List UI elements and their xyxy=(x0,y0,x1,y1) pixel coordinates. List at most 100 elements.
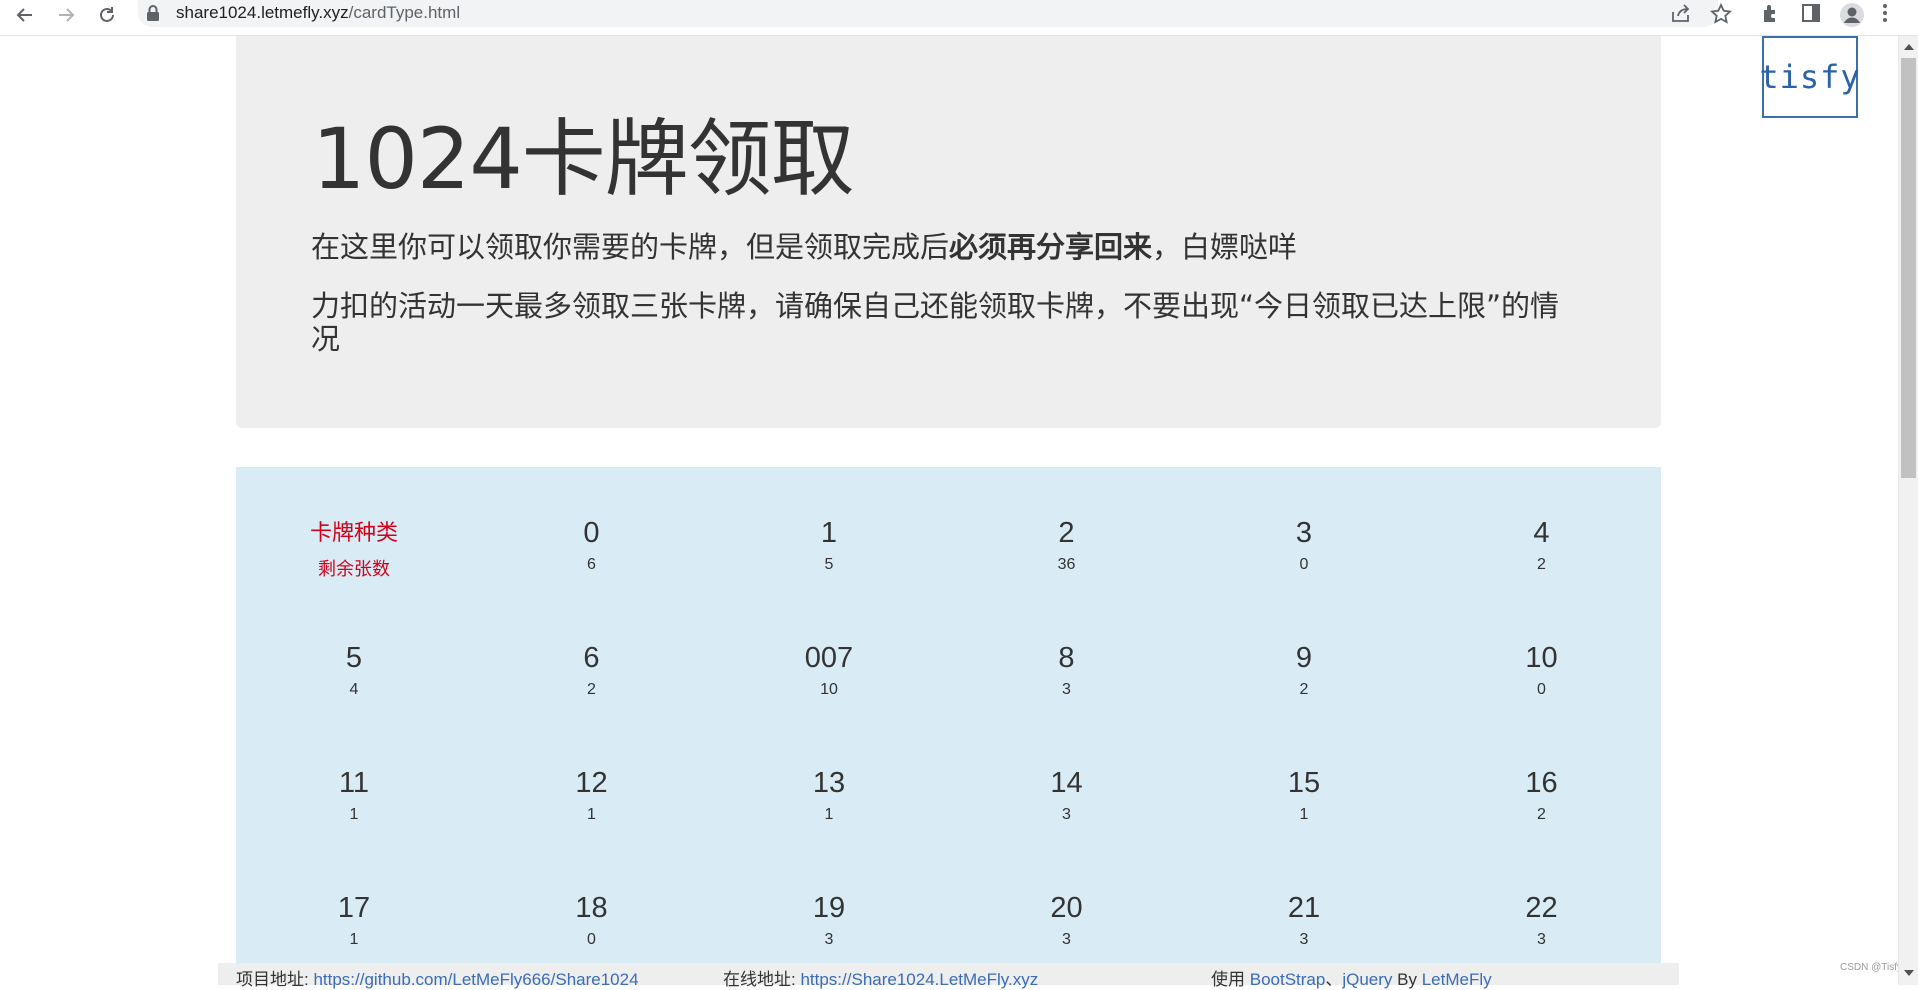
jquery-link[interactable]: jQuery xyxy=(1342,970,1392,989)
back-icon[interactable] xyxy=(12,2,38,28)
card-name: 22 xyxy=(1525,892,1558,924)
card-name: 12 xyxy=(575,767,608,799)
card-cell: 10 0 xyxy=(1462,642,1622,700)
card-cell: 21 3 xyxy=(1224,892,1384,950)
card-cell: 42 xyxy=(1462,517,1622,575)
card-name: 19 xyxy=(812,892,846,924)
credits-separator: 、 xyxy=(1325,970,1343,989)
card-count: 3 xyxy=(824,931,834,948)
card-name: 4 xyxy=(1533,517,1550,549)
footer: 项目地址: https://github.com/LetMeFly666/Sha… xyxy=(218,963,1679,989)
footer-credits: 使用 BootStrap、jQuery By LetMeFly xyxy=(1211,965,1492,990)
card-cell: 007 10 xyxy=(749,642,909,700)
card-name: 3 xyxy=(1295,517,1313,549)
share-icon[interactable] xyxy=(1670,3,1694,25)
card-cell: 18 0 xyxy=(512,892,672,950)
card-count: 0 xyxy=(587,931,596,948)
card-count: 3 xyxy=(1062,806,1071,823)
using-label: 使用 xyxy=(1211,970,1250,989)
forward-icon[interactable] xyxy=(53,2,79,28)
card-name: 13 xyxy=(812,767,846,799)
card-count: 1 xyxy=(824,806,834,823)
card-count: 4 xyxy=(349,681,359,698)
by-label: By xyxy=(1392,970,1422,989)
card-cell: 15 xyxy=(749,517,909,575)
card-cell: 12 1 xyxy=(512,767,672,825)
card-name: 18 xyxy=(575,892,608,924)
remaining-count-label: 剩余张数 xyxy=(318,559,390,579)
card-name: 17 xyxy=(337,892,371,924)
intro-line-2: 力扣的活动一天最多领取三张卡牌，请确保自己还能领取卡牌，不要出现“今日领取已达上… xyxy=(311,289,1560,356)
card-cell: 92 xyxy=(1224,642,1384,700)
extensions-icon[interactable] xyxy=(1760,2,1786,28)
card-count: 1 xyxy=(587,806,596,823)
browser-toolbar: share1024.letmefly.xyz/cardType.html xyxy=(0,0,1918,36)
page-title: 1024卡牌领取 xyxy=(312,110,855,208)
card-name: 10 xyxy=(1525,642,1558,674)
card-count: 3 xyxy=(1537,931,1546,948)
card-name: 20 xyxy=(1050,892,1083,924)
card-count: 2 xyxy=(587,681,596,698)
card-count: 1 xyxy=(349,931,359,948)
footer-online: 在线地址: https://Share1024.LetMeFly.xyz xyxy=(723,965,1038,990)
card-grid-header: 卡牌种类 剩余张数 xyxy=(274,517,434,579)
card-cell: 06 xyxy=(512,517,672,575)
card-name: 2 xyxy=(1058,517,1075,549)
card-count: 3 xyxy=(1062,681,1071,698)
scroll-up-arrow-icon[interactable] xyxy=(1904,44,1914,50)
card-cell: 62 xyxy=(512,642,672,700)
reload-icon[interactable] xyxy=(94,2,120,28)
card-count: 2 xyxy=(1537,556,1546,573)
url-host: share1024.letmefly.xyz xyxy=(176,3,349,22)
card-count: 2 xyxy=(1537,806,1546,823)
csdn-watermark: CSDN @Tisfy xyxy=(1840,962,1903,973)
card-cell: 16 2 xyxy=(1462,767,1622,825)
card-name: 14 xyxy=(1050,767,1083,799)
intro-tail: ，白嫖哒咩 xyxy=(1152,230,1298,264)
side-panel-icon[interactable] xyxy=(1800,2,1826,28)
card-count: 2 xyxy=(1299,681,1309,698)
card-cell: 11 1 xyxy=(274,767,434,825)
card-count: 1 xyxy=(349,806,359,823)
project-label: 项目地址: xyxy=(236,970,314,989)
card-cell: 15 1 xyxy=(1224,767,1384,825)
card-name: 1 xyxy=(820,517,838,549)
card-name: 9 xyxy=(1295,642,1313,674)
scroll-down-arrow-icon[interactable] xyxy=(1904,970,1914,976)
card-name: 21 xyxy=(1287,892,1321,924)
card-grid: 卡牌种类 剩余张数 0 6 1 5 2 36 3 0 4 2 5 4 6 2 007 10 8 3 9 2 10 0 11 1… xyxy=(236,467,1661,985)
card-cell: 13 1 xyxy=(749,767,909,825)
card-cell: 14 3 xyxy=(987,767,1147,825)
card-name: 6 xyxy=(583,642,600,674)
card-cell: 20 3 xyxy=(987,892,1147,950)
card-cell: 83 xyxy=(987,642,1147,700)
more-menu-icon[interactable] xyxy=(1880,2,1906,28)
card-cell: 19 3 xyxy=(749,892,909,950)
bootstrap-link[interactable]: BootStrap xyxy=(1250,970,1326,989)
card-count: 5 xyxy=(824,556,834,573)
card-type-label: 卡牌种类 xyxy=(309,520,398,545)
card-name: 15 xyxy=(1287,767,1321,799)
bookmark-star-icon[interactable] xyxy=(1709,2,1734,25)
card-cell: 30 xyxy=(1224,517,1384,575)
intro-line-1: 在这里你可以领取你需要的卡牌，但是领取完成后必须再分享回来，白嫖哒咩 xyxy=(311,231,1611,264)
author-link[interactable]: LetMeFly xyxy=(1422,970,1492,989)
card-cell: 2 36 xyxy=(987,517,1147,575)
lock-icon[interactable] xyxy=(146,4,160,22)
card-count: 3 xyxy=(1062,931,1071,948)
tisfy-logo[interactable]: tisfy xyxy=(1759,36,1860,118)
card-name: 16 xyxy=(1525,767,1558,799)
card-count: 6 xyxy=(587,556,596,573)
profile-avatar-icon[interactable] xyxy=(1839,2,1865,28)
card-name: 0 xyxy=(583,517,600,549)
card-cell: 54 xyxy=(274,642,434,700)
card-count: 0 xyxy=(1537,681,1546,698)
card-name: 5 xyxy=(345,642,363,674)
card-cell: 22 3 xyxy=(1462,892,1622,950)
url-text[interactable]: share1024.letmefly.xyz/cardType.html xyxy=(176,3,460,23)
footer-project: 项目地址: https://github.com/LetMeFly666/Sha… xyxy=(236,965,639,990)
scrollbar-thumb[interactable] xyxy=(1901,58,1916,478)
url-path: /cardType.html xyxy=(348,3,461,22)
online-link[interactable]: https://Share1024.LetMeFly.xyz xyxy=(800,970,1038,989)
project-link[interactable]: https://github.com/LetMeFly666/Share1024 xyxy=(313,970,638,989)
